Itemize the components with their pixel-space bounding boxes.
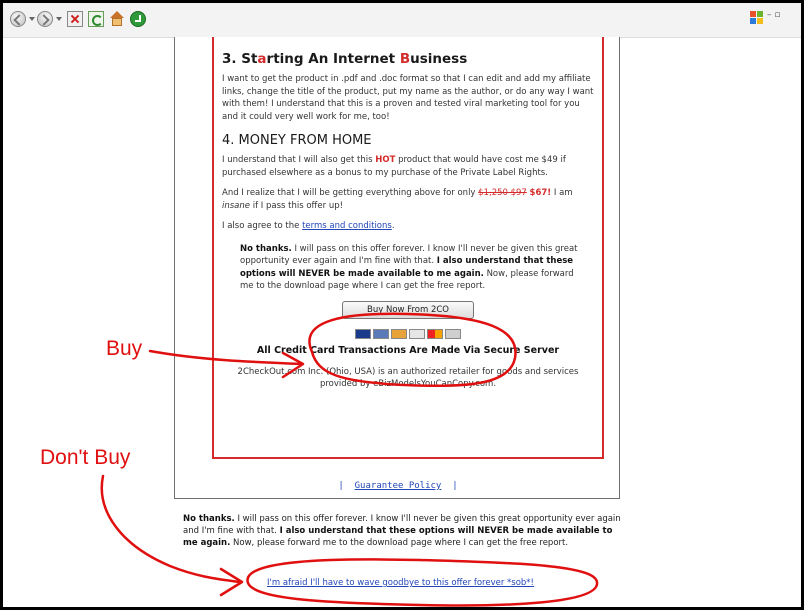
terms-paragraph: I also agree to the terms and conditions… xyxy=(222,221,395,231)
credit-card-logos xyxy=(222,328,594,339)
section-4-heading: 4. MONEY FROM HOME xyxy=(222,133,372,148)
visa-icon xyxy=(355,328,371,339)
amex-icon xyxy=(409,328,425,339)
dont-buy-annotation: Don't Buy xyxy=(40,446,131,469)
mastercard-icon xyxy=(427,328,443,339)
stop-icon[interactable] xyxy=(67,11,83,27)
retailer-text: 2CheckOut.com Inc. (Ohio, USA) is an aut… xyxy=(237,366,579,389)
card-icon xyxy=(373,328,389,339)
home-icon[interactable] xyxy=(109,11,125,27)
secure-server-text: All Credit Card Transactions Are Made Vi… xyxy=(256,344,560,356)
history-icon[interactable] xyxy=(130,11,146,27)
bonus-paragraph: I understand that I will also get this H… xyxy=(222,155,566,178)
no-thanks-below-text: No thanks. I will pass on this offer for… xyxy=(183,514,621,548)
sales-page: 3. Starting An Internet Business I want … xyxy=(174,37,620,499)
price-paragraph: And I realize that I will be getting eve… xyxy=(222,188,573,211)
refresh-icon[interactable] xyxy=(88,11,104,27)
guarantee-policy-link[interactable]: Guarantee Policy xyxy=(355,481,442,491)
section-3-text: I want to get the product in .pdf and .d… xyxy=(222,74,594,122)
card-icon xyxy=(445,328,461,339)
windows-logo-icon xyxy=(750,11,764,25)
back-dropdown-icon[interactable] xyxy=(29,17,35,21)
buy-annotation: Buy xyxy=(106,337,143,360)
browser-toolbar: – ▫ xyxy=(3,3,801,38)
decline-offer-link[interactable]: I'm afraid I'll have to wave goodbye to … xyxy=(267,578,534,588)
guarantee-bar: | Guarantee Policy | xyxy=(338,481,458,491)
terms-link[interactable]: terms and conditions xyxy=(302,221,392,231)
section-3-heading: 3. Starting An Internet Business xyxy=(222,51,468,67)
buy-now-button[interactable]: Buy Now From 2CO xyxy=(342,300,474,319)
window-controls-icon[interactable]: – ▫ xyxy=(767,10,780,20)
back-icon[interactable] xyxy=(10,11,26,27)
offer-box: 3. Starting An Internet Business I want … xyxy=(212,37,604,459)
no-thanks-text: No thanks. I will pass on this offer for… xyxy=(240,243,578,292)
forward-dropdown-icon[interactable] xyxy=(56,17,62,21)
forward-icon[interactable] xyxy=(37,11,53,27)
browser-window: – ▫ 3. Starting An Internet Business I w… xyxy=(3,3,801,607)
discover-icon xyxy=(391,328,407,339)
